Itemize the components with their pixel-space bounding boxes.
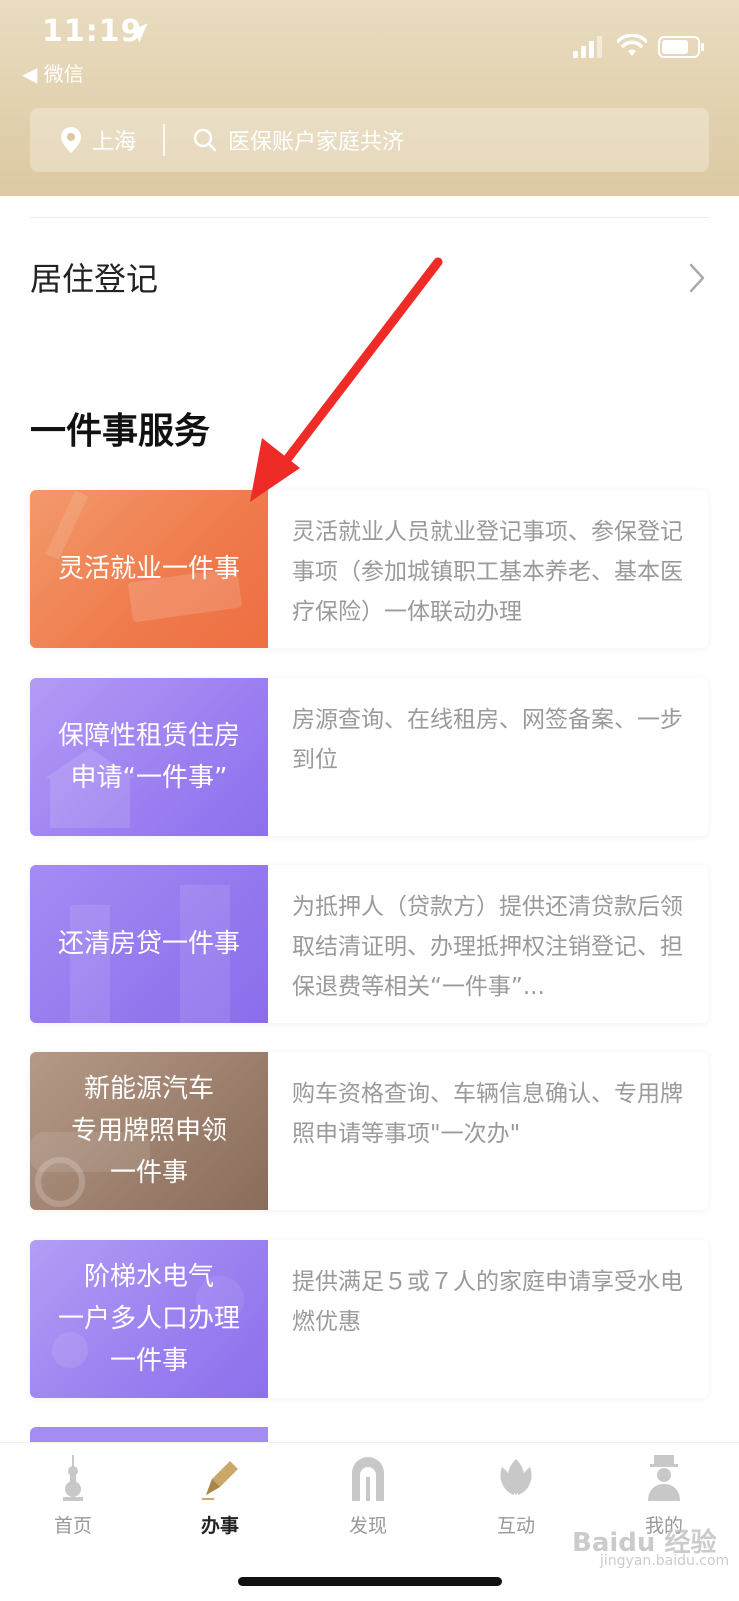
- tab-label: 办事: [200, 1515, 239, 1537]
- watermark-url: jingyan.baidu.com: [600, 1553, 730, 1569]
- header: 11:19 ◀ 微信 上海 医保账户家庭共济: [0, 0, 739, 196]
- tab-interact[interactable]: 互动: [466, 1453, 566, 1553]
- service-banner: 灵活就业一件事: [30, 490, 268, 648]
- service-banner-title: 灵活就业一件事: [57, 554, 240, 584]
- service-card-rental-housing[interactable]: 保障性租赁住房 申请“一件事” 房源查询、在线租房、网签备案、一步到位: [30, 678, 708, 836]
- location-pin-icon: [61, 127, 81, 153]
- service-banner-title: 新能源汽车 专用牌照申领 一件事: [70, 1074, 227, 1188]
- residence-registration-row[interactable]: 居住登记: [0, 240, 739, 320]
- arch-icon: [352, 1457, 384, 1501]
- wifi-icon: [617, 34, 647, 56]
- service-card-mortgage-payoff[interactable]: 还清房贷一件事 为抵押人（贷款方）提供还清贷款后领取结清证明、办理抵押权注销登记…: [30, 865, 708, 1023]
- service-card-tiered-utilities[interactable]: 阶梯水电气 一户多人口办理 一件事 提供满足５或７人的家庭申请享受水电燃优惠: [30, 1240, 708, 1398]
- service-banner-title: 还清房贷一件事: [57, 929, 240, 959]
- divider: [30, 217, 709, 218]
- pen-icon: [202, 1461, 238, 1500]
- back-to-wechat-link[interactable]: ◀ 微信: [22, 58, 84, 87]
- person-icon: [648, 1455, 680, 1501]
- magnolia-icon: [500, 1459, 532, 1495]
- service-description: 为抵押人（贷款方）提供还清贷款后领取结清证明、办理抵押权注销登记、担保退费等相关…: [292, 894, 683, 1000]
- service-card-new-energy-vehicle[interactable]: 新能源汽车 专用牌照申领 一件事 购车资格查询、车辆信息确认、专用牌照申请等事项…: [30, 1052, 708, 1210]
- service-banner-title: 阶梯水电气 一户多人口办理 一件事: [57, 1262, 240, 1376]
- service-banner: 还清房贷一件事: [30, 865, 268, 1023]
- home-indicator[interactable]: [238, 1577, 502, 1586]
- search-bar[interactable]: 上海 医保账户家庭共济: [30, 108, 709, 172]
- tab-label: 发现: [348, 1515, 387, 1537]
- service-description: 房源查询、在线租房、网签备案、一步到位: [292, 707, 683, 773]
- tab-label: 互动: [496, 1515, 535, 1537]
- tab-home[interactable]: 首页: [23, 1453, 123, 1553]
- service-description: 提供满足５或７人的家庭申请享受水电燃优惠: [292, 1269, 683, 1335]
- status-bar: 11:19 ◀ 微信: [0, 0, 739, 100]
- service-banner-title: 保障性租赁住房 申请“一件事”: [57, 721, 240, 793]
- service-banner: 保障性租赁住房 申请“一件事”: [30, 678, 268, 836]
- battery-icon: [658, 36, 704, 58]
- search-icon: [193, 128, 217, 152]
- service-banner: 阶梯水电气 一户多人口办理 一件事: [30, 1240, 268, 1398]
- signal-icon: [573, 36, 602, 58]
- service-description: 购车资格查询、车辆信息确认、专用牌照申请等事项"一次办": [292, 1081, 683, 1147]
- tab-label: 首页: [53, 1515, 92, 1537]
- search-divider: [163, 124, 165, 156]
- service-description: 灵活就业人员就业登记事项、参保登记事项（参加城镇职工基本养老、基本医疗保险）一体…: [292, 519, 683, 625]
- section-title: 一件事服务: [30, 411, 211, 452]
- tab-services[interactable]: 办事: [170, 1453, 270, 1553]
- chevron-right-icon: [689, 263, 705, 293]
- service-banner: 新能源汽车 专用牌照申领 一件事: [30, 1052, 268, 1210]
- service-card-flexible-employment[interactable]: 灵活就业一件事 灵活就业人员就业登记事项、参保登记事项（参加城镇职工基本养老、基…: [30, 490, 708, 648]
- residence-title: 居住登记: [30, 260, 159, 298]
- tower-icon: [63, 1455, 83, 1501]
- tab-discover[interactable]: 发现: [318, 1453, 418, 1553]
- location-arrow-icon: [128, 23, 148, 43]
- city-selector[interactable]: 上海: [92, 124, 136, 156]
- search-input[interactable]: 医保账户家庭共济: [228, 124, 404, 156]
